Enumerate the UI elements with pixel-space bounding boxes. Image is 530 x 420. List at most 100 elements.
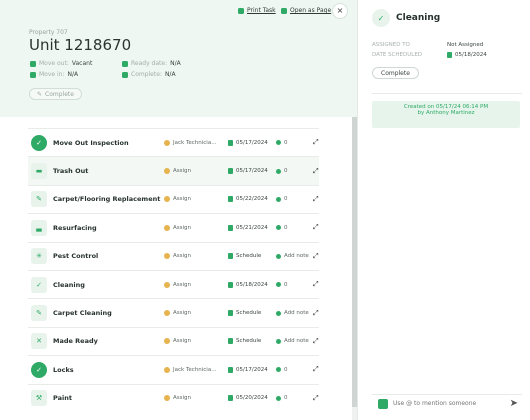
task-assignee[interactable]: Assign (164, 224, 191, 231)
task-date[interactable]: 05/20/2024 (228, 395, 268, 402)
assignee-label: Assign (173, 253, 191, 260)
tub-icon[interactable]: ▃ (31, 219, 47, 236)
image-icon[interactable] (378, 398, 388, 409)
task-assignee[interactable]: Assign (164, 395, 191, 402)
task-note-label: 0 (284, 224, 288, 231)
expand-icon[interactable]: ⤢ (313, 365, 319, 374)
close-button[interactable]: × (332, 3, 348, 19)
comment-icon (276, 338, 281, 344)
roller-icon[interactable]: ⚒ (31, 390, 47, 407)
avatar (164, 281, 170, 288)
comment-icon (276, 395, 281, 401)
task-assignee[interactable]: Assign (164, 338, 191, 345)
task-date[interactable]: 05/18/2024 (228, 281, 268, 288)
task-date[interactable]: 05/21/2024 (228, 224, 268, 231)
task-row[interactable]: ✎ Carpet/Flooring Replacement Assign 05/22/… (28, 184, 319, 213)
task-date[interactable]: Schedule (228, 338, 262, 345)
open-as-page-label: Open as Page (290, 7, 332, 14)
check-icon[interactable]: ✓ (31, 134, 47, 151)
assignee-label: Assign (173, 310, 191, 317)
task-row[interactable]: ✓ Move Out Inspection Jack Technicia... 05/… (28, 128, 319, 156)
task-note[interactable]: 0 (276, 282, 288, 288)
task-note[interactable]: Add note (276, 253, 309, 259)
send-icon[interactable]: ➤ (510, 398, 518, 409)
date-scheduled-value[interactable]: 05/18/2024 (447, 52, 487, 58)
avatar (164, 139, 170, 146)
comment-icon (276, 367, 281, 373)
expand-icon[interactable]: ⤢ (313, 138, 319, 147)
bug-icon[interactable]: ✳ (31, 248, 47, 265)
task-note[interactable]: 0 (276, 196, 288, 202)
task-note[interactable]: 0 (276, 168, 288, 174)
task-assignee[interactable]: Assign (164, 310, 191, 317)
task-row[interactable]: ▬ Trash Out Assign 05/17/2024 0 ⤢ (28, 156, 319, 185)
task-date-label: Schedule (236, 338, 262, 345)
task-assignee[interactable]: Assign (164, 196, 191, 203)
brush-icon[interactable]: ✎ (31, 305, 47, 322)
comment-icon (276, 196, 281, 202)
task-date[interactable]: Schedule (228, 310, 261, 317)
avatar (164, 224, 170, 231)
task-detail-title: Cleaning (396, 13, 441, 23)
task-row[interactable]: ▃ Resurfacing Assign 05/21/2024 0 ⤢ (28, 213, 319, 241)
task-assignee[interactable]: Assign (164, 253, 191, 260)
expand-icon[interactable]: ⤢ (313, 394, 319, 403)
comment-icon (276, 168, 281, 174)
expand-icon[interactable]: ⤢ (313, 167, 319, 176)
avatar (164, 310, 170, 317)
unit-header: Print Task Open as Page × Property 707 U… (0, 0, 357, 117)
expand-icon[interactable]: ⤢ (313, 337, 319, 346)
expand-icon[interactable]: ⤢ (313, 195, 319, 204)
task-list: ✓ Move Out Inspection Jack Technicia... 05/… (28, 128, 319, 412)
task-row[interactable]: ✓ Locks Jack Technicia... 05/17/2024 0 ⤢ (28, 355, 319, 383)
complete-label: Complete: (131, 71, 162, 78)
calendar-icon (228, 224, 233, 231)
task-row[interactable]: ⚒ Paint Assign 05/20/2024 0 ⤢ (28, 383, 319, 412)
task-date[interactable]: Schedule (228, 253, 261, 260)
complete-value: N/A (164, 71, 176, 78)
brush-icon[interactable]: ✎ (31, 191, 47, 208)
assigned-to-value[interactable]: Not Assigned (447, 42, 483, 48)
task-assignee[interactable]: Assign (164, 281, 191, 288)
print-task-link[interactable]: Print Task (238, 7, 276, 14)
task-note-label: Add note (284, 253, 309, 260)
task-name: Move Out Inspection (53, 138, 129, 147)
task-row[interactable]: ✳ Pest Control Assign Schedule Add note ⤢ (28, 241, 319, 270)
task-note[interactable]: 0 (276, 367, 288, 373)
complete-button[interactable]: Complete (372, 67, 419, 79)
task-assignee[interactable]: Assign (164, 168, 191, 175)
task-note[interactable]: Add note (276, 338, 309, 344)
task-row[interactable]: ✕ Made Ready Assign Schedule Add note ⤢ (28, 326, 319, 355)
task-date[interactable]: 05/17/2024 (228, 139, 268, 146)
expand-icon[interactable]: ⤢ (313, 280, 319, 289)
task-date[interactable]: 05/17/2024 (228, 366, 268, 373)
trash-icon[interactable]: ▬ (31, 163, 47, 180)
task-note[interactable]: 0 (276, 140, 288, 146)
check-icon[interactable]: ✓ (372, 9, 390, 27)
move-out-stat: Move out: Vacant (30, 60, 92, 67)
unit-panel: Print Task Open as Page × Property 707 U… (0, 0, 357, 420)
task-row[interactable]: ✓ Cleaning Assign 05/18/2024 0 ⤢ (28, 269, 319, 298)
expand-icon[interactable]: ⤢ (313, 309, 319, 318)
assignee-label: Assign (173, 395, 191, 402)
task-note[interactable]: Add note (276, 310, 309, 316)
comment-input[interactable] (393, 400, 503, 407)
task-assignee[interactable]: Jack Technicia... (164, 366, 216, 373)
task-note-label: Add note (284, 338, 309, 345)
task-note[interactable]: 0 (276, 225, 288, 231)
task-date[interactable]: 05/17/2024 (228, 168, 268, 175)
task-assignee[interactable]: Jack Technicia... (164, 139, 216, 146)
expand-icon[interactable]: ⤢ (313, 252, 319, 261)
unit-complete-button[interactable]: ✎ Complete (29, 88, 82, 100)
avatar (164, 168, 170, 175)
open-as-page-link[interactable]: Open as Page (281, 7, 331, 14)
calendar-icon (228, 338, 233, 345)
expand-icon[interactable]: ⤢ (313, 223, 319, 232)
task-note[interactable]: 0 (276, 395, 288, 401)
check-icon[interactable]: ✓ (31, 276, 47, 293)
task-row[interactable]: ✎ Carpet Cleaning Assign Schedule Add note ⤢ (28, 298, 319, 326)
task-date[interactable]: 05/22/2024 (228, 196, 268, 203)
check-icon[interactable]: ✓ (31, 361, 47, 378)
tools-icon[interactable]: ✕ (31, 333, 47, 350)
calendar-icon (228, 281, 233, 288)
